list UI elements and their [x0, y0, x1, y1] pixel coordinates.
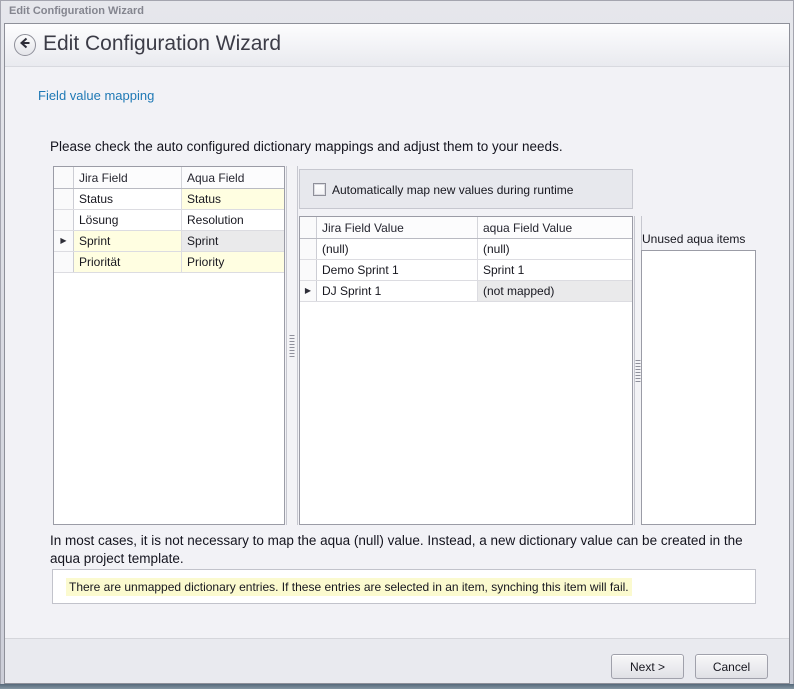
field-mapping-grid: Jira Field Aqua Field Status Status Lösu…	[53, 166, 285, 525]
row-marker: ▶	[54, 231, 74, 251]
back-arrow-icon	[17, 35, 33, 56]
current-row-marker-icon: ▶	[60, 237, 66, 245]
grid-cell[interactable]: Priority	[182, 252, 284, 272]
table-row[interactable]: ▶ Sprint Sprint	[54, 231, 284, 252]
grid-cell[interactable]: (null)	[478, 239, 632, 259]
page-title: Edit Configuration Wizard	[43, 32, 281, 56]
vertical-splitter[interactable]	[286, 166, 298, 525]
back-button[interactable]	[14, 34, 36, 56]
warning-text: There are unmapped dictionary entries. I…	[66, 578, 632, 596]
grid-header-row: Jira Field Aqua Field	[54, 167, 284, 189]
grid-cell[interactable]: (null)	[317, 239, 478, 259]
table-row[interactable]: Status Status	[54, 189, 284, 210]
column-header-jira-field-value[interactable]: Jira Field Value	[317, 217, 478, 238]
grid-cell[interactable]: Status	[74, 189, 182, 209]
cancel-button[interactable]: Cancel	[695, 654, 768, 679]
dialog-client-area: Edit Configuration Wizard Field value ma…	[4, 23, 790, 684]
grid-header-row: Jira Field Value aqua Field Value	[300, 217, 632, 239]
row-marker	[54, 189, 74, 209]
row-marker	[54, 252, 74, 272]
next-button[interactable]: Next >	[611, 654, 684, 679]
warning-box: There are unmapped dictionary entries. I…	[52, 569, 756, 604]
table-row[interactable]: Priorität Priority	[54, 252, 284, 273]
row-marker-header	[54, 167, 74, 188]
auto-map-checkbox-label[interactable]: Automatically map new values during runt…	[332, 182, 573, 197]
row-marker: ▶	[300, 281, 317, 301]
grid-cell[interactable]: Resolution	[182, 210, 284, 230]
column-header-aqua-field-value[interactable]: aqua Field Value	[478, 217, 632, 238]
row-marker-header	[300, 217, 317, 238]
row-marker	[300, 239, 317, 259]
section-heading: Field value mapping	[38, 88, 154, 103]
instructions-text: Please check the auto configured diction…	[50, 139, 563, 154]
column-header-aqua-field[interactable]: Aqua Field	[182, 167, 284, 188]
table-row[interactable]: ▶ DJ Sprint 1 (not mapped)	[300, 281, 632, 302]
grid-cell[interactable]: (not mapped)	[478, 281, 632, 301]
note-text: In most cases, it is not necessary to ma…	[50, 532, 750, 568]
splitter-grip-icon	[290, 335, 295, 357]
edit-configuration-wizard-window: Edit Configuration Wizard Edit Configura…	[0, 0, 794, 689]
auto-map-checkbox[interactable]	[313, 183, 326, 196]
grid-cell[interactable]: Sprint	[74, 231, 182, 251]
table-row[interactable]: Demo Sprint 1 Sprint 1	[300, 260, 632, 281]
row-marker	[300, 260, 317, 280]
row-marker	[54, 210, 74, 230]
wizard-header: Edit Configuration Wizard	[5, 24, 789, 67]
runtime-mapping-panel: Automatically map new values during runt…	[299, 169, 633, 209]
table-row[interactable]: (null) (null)	[300, 239, 632, 260]
table-row[interactable]: Lösung Resolution	[54, 210, 284, 231]
window-bottom-border	[0, 684, 794, 689]
unused-aqua-items-listbox[interactable]	[641, 250, 756, 525]
grid-cell[interactable]: Status	[182, 189, 284, 209]
splitter-grip-icon	[636, 360, 641, 382]
unused-aqua-items-label: Unused aqua items	[642, 232, 745, 246]
grid-cell[interactable]: Sprint	[182, 231, 284, 251]
grid-cell[interactable]: Sprint 1	[478, 260, 632, 280]
grid-cell[interactable]: Priorität	[74, 252, 182, 272]
value-mapping-grid: Jira Field Value aqua Field Value (null)…	[299, 216, 633, 525]
grid-cell[interactable]: Lösung	[74, 210, 182, 230]
grid-cell[interactable]: Demo Sprint 1	[317, 260, 478, 280]
grid-cell[interactable]: DJ Sprint 1	[317, 281, 478, 301]
column-header-jira-field[interactable]: Jira Field	[74, 167, 182, 188]
footer-bar: Next > Cancel	[5, 638, 789, 683]
current-row-marker-icon: ▶	[305, 287, 311, 295]
window-title: Edit Configuration Wizard	[9, 5, 144, 17]
